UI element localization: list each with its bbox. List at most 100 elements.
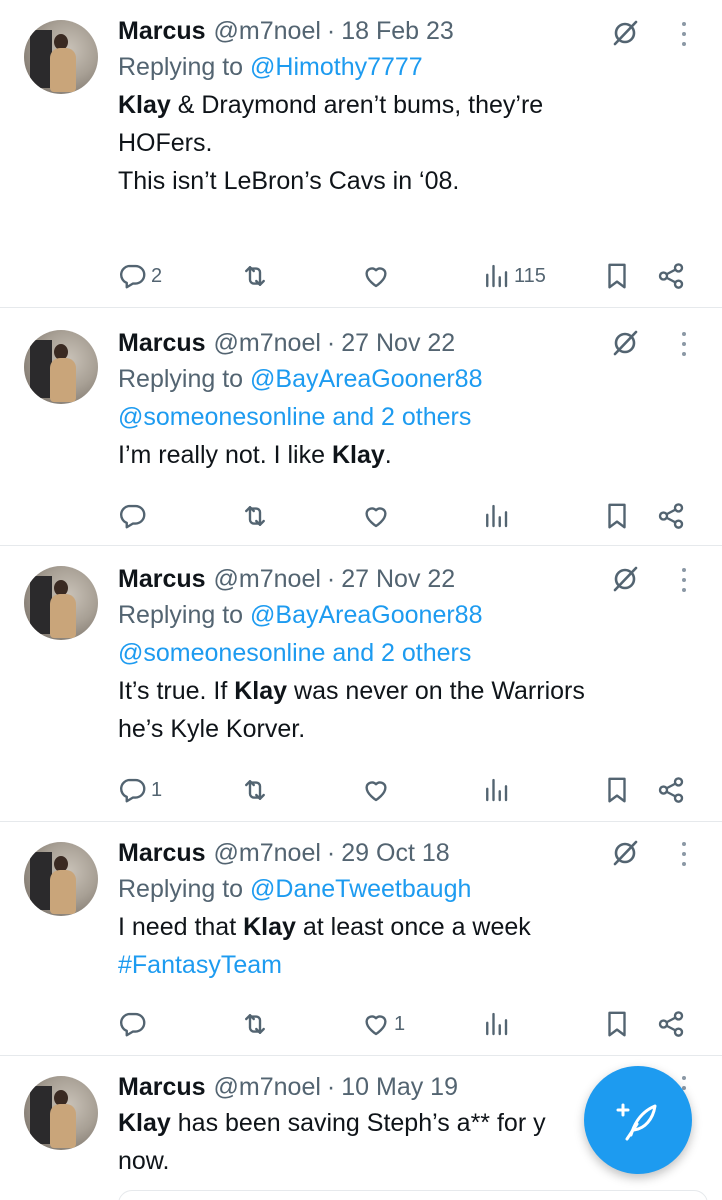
feather-plus-icon (616, 1103, 657, 1141)
author-handle[interactable]: @m7noel (214, 565, 321, 594)
compose-tweet-button[interactable] (584, 1066, 692, 1174)
replying-to-others-link[interactable]: @someonesonline and 2 others (118, 403, 471, 431)
views-icon (481, 775, 511, 805)
avatar[interactable] (24, 566, 98, 640)
tweet-item[interactable]: Marcus @m7noel · 18 Feb 23 Replying to @… (0, 0, 722, 308)
views-icon (481, 261, 511, 291)
share-icon (656, 501, 686, 531)
author-handle[interactable]: @m7noel (214, 329, 321, 358)
tweet-date[interactable]: 27 Nov 22 (341, 565, 455, 594)
tweet-header: Marcus @m7noel · 29 Oct 18 (118, 836, 692, 870)
replying-to: Replying to @BayAreaGooner88 (118, 360, 692, 398)
bookmark-button[interactable] (602, 772, 632, 808)
reply-button[interactable] (118, 1006, 148, 1042)
tweet-text: It’s true. If Klay was never on the Warr… (118, 672, 692, 748)
heart-icon (361, 261, 391, 291)
reply-icon (118, 1009, 148, 1039)
views-button[interactable] (481, 1006, 511, 1042)
views-icon (481, 1009, 511, 1039)
views-button[interactable] (481, 772, 511, 808)
replying-to: Replying to @DaneTweetbaugh (118, 870, 692, 908)
retweet-button[interactable] (240, 498, 270, 534)
tweet-item[interactable]: Marcus @m7noel · 27 Nov 22 Replying to @… (0, 308, 722, 546)
replying-to-others-link[interactable]: @someonesonline and 2 others (118, 639, 471, 667)
replying-to-link[interactable]: @BayAreaGooner88 (250, 601, 482, 629)
bookmark-icon (602, 261, 632, 291)
text-segment: was never on the Warriors (287, 677, 585, 705)
share-button[interactable] (656, 498, 686, 534)
tweet-date[interactable]: 27 Nov 22 (341, 329, 455, 358)
replying-to-link[interactable]: @Himothy7777 (250, 53, 423, 81)
views-button[interactable]: 115 (481, 258, 546, 294)
avatar[interactable] (24, 330, 98, 404)
text-line: he’s Kyle Korver. (118, 715, 306, 743)
views-icon (481, 501, 511, 531)
text-line: HOFers. (118, 129, 213, 157)
author-name[interactable]: Marcus (118, 329, 206, 358)
like-button[interactable] (361, 498, 391, 534)
reply-button[interactable]: 2 (118, 258, 162, 294)
keyword-highlight: Klay (331, 441, 385, 469)
retweet-button[interactable] (240, 258, 273, 294)
quoted-tweet-edge (118, 1190, 708, 1200)
reply-count: 2 (151, 264, 163, 287)
tweet-text: Klay & Draymond aren’t bums, they’re HOF… (118, 86, 692, 200)
author-name[interactable]: Marcus (118, 839, 206, 868)
separator-dot: · (326, 328, 336, 357)
share-button[interactable] (656, 772, 686, 808)
share-button[interactable] (656, 1006, 686, 1042)
avatar[interactable] (24, 1076, 98, 1150)
like-button[interactable] (361, 772, 391, 808)
retweet-icon (240, 1009, 270, 1039)
view-count: 115 (514, 264, 546, 287)
author-handle[interactable]: @m7noel (214, 1073, 321, 1102)
tweet-header: Marcus @m7noel · 18 Feb 23 (118, 14, 692, 48)
replying-to: Replying to @Himothy7777 (118, 48, 692, 86)
retweet-button[interactable] (240, 1006, 270, 1042)
author-handle[interactable]: @m7noel (214, 17, 321, 46)
text-segment: has been saving Steph’s a** for y (170, 1109, 546, 1137)
author-handle[interactable]: @m7noel (214, 839, 321, 868)
tweet-text: I need that Klay at least once a week #F… (118, 908, 692, 984)
keyword-highlight: Klay (234, 677, 288, 705)
text-segment: It’s true. If (118, 677, 235, 705)
bookmark-button[interactable] (602, 258, 632, 294)
hashtag-link[interactable]: #FantasyTeam (118, 951, 282, 979)
reply-icon (118, 501, 148, 531)
keyword-highlight: Klay (118, 1109, 171, 1137)
views-button[interactable] (481, 498, 511, 534)
retweet-icon (240, 261, 270, 291)
tweet-item[interactable]: Marcus @m7noel · 27 Nov 22 Replying to @… (0, 546, 722, 822)
keyword-highlight: Klay (118, 91, 171, 119)
retweet-button[interactable] (240, 772, 270, 808)
share-button[interactable] (656, 258, 686, 294)
tweet-date[interactable]: 10 May 19 (341, 1073, 458, 1102)
author-name[interactable]: Marcus (118, 565, 206, 594)
like-count: 1 (394, 1012, 406, 1035)
replying-to-link[interactable]: @BayAreaGooner88 (250, 365, 482, 393)
separator-dot: · (326, 1072, 336, 1101)
tweet-item[interactable]: Marcus @m7noel · 29 Oct 18 Replying to @… (0, 822, 722, 1056)
author-name[interactable]: Marcus (118, 1073, 206, 1102)
reply-button[interactable] (118, 498, 151, 534)
text-line: This isn’t LeBron’s Cavs in ‘08. (118, 167, 460, 195)
bookmark-icon (602, 1009, 632, 1039)
avatar[interactable] (24, 20, 98, 94)
action-bar (118, 498, 692, 534)
reply-button[interactable]: 1 (118, 772, 162, 808)
separator-dot: · (326, 16, 336, 45)
like-button[interactable]: 1 (361, 1006, 405, 1042)
bookmark-button[interactable] (602, 498, 632, 534)
replying-to-label: Replying to (118, 365, 251, 393)
reply-icon (118, 261, 148, 291)
bookmark-button[interactable] (602, 1006, 632, 1042)
share-icon (656, 1009, 686, 1039)
tweet-date[interactable]: 29 Oct 18 (341, 839, 449, 868)
like-button[interactable] (361, 258, 394, 294)
avatar[interactable] (24, 842, 98, 916)
text-segment: . (384, 441, 392, 469)
replying-to-link[interactable]: @DaneTweetbaugh (250, 875, 471, 903)
tweet-date[interactable]: 18 Feb 23 (341, 17, 454, 46)
author-name[interactable]: Marcus (118, 17, 206, 46)
share-icon (656, 775, 686, 805)
